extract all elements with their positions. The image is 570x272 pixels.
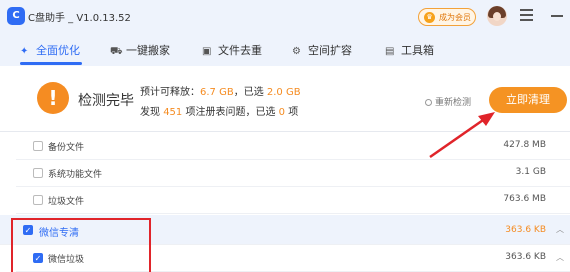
scan-result-panel: ! 检测完毕 预计可释放：6.7 GB，已选 2.0 GB 发现 451 项注册… [0,66,570,132]
annotation-highlight-box [11,218,151,272]
tab-label: 一键搬家 [126,44,170,57]
crown-icon: ♛ [424,12,435,23]
release-summary: 预计可释放：6.7 GB，已选 2.0 GB [140,83,301,98]
item-name: 垃圾文件 [48,197,85,207]
become-member-label: 成为会员 [439,13,471,22]
tab-file-dedup[interactable]: ▣ 文件去重 [202,42,262,62]
list-item[interactable]: 备份文件 427.8 MB [16,133,570,160]
registry-summary: 发现 451 项注册表问题，已选 0 项 [140,103,298,118]
toolbox-icon: ▤ [385,46,395,57]
release-prefix: 预计可释放： [140,87,200,98]
found-prefix: 发现 [140,107,160,118]
item-checkbox[interactable] [33,168,43,178]
minimize-icon[interactable] [551,15,563,17]
expand-space-icon: ⚙ [292,46,301,57]
tab-label: 文件去重 [218,44,262,57]
warning-icon: ! [37,82,69,114]
tab-toolbox[interactable]: ▤ 工具箱 [385,42,434,62]
registry-selected-count: 0 [278,107,286,118]
list-item[interactable]: 垃圾文件 763.6 MB [16,187,570,214]
tab-label: 工具箱 [401,44,434,57]
tab-one-click-move[interactable]: ⛟ 一键搬家 [110,42,170,62]
file-duplicate-icon: ▣ [202,46,212,57]
app-logo-icon: C [7,7,25,25]
status-title: 检测完毕 [78,93,134,109]
app-title: C盘助手 _ V1.0.13.52 [28,13,131,24]
item-size: 3.1 GB [515,167,546,177]
avatar[interactable] [487,6,507,26]
tab-label: 空间扩容 [308,44,352,57]
rescan-label: 重新检测 [435,98,472,108]
tab-label: 全面优化 [36,44,80,57]
rescan-link[interactable]: 重新检测 [425,95,471,108]
group-size: 363.6 KB [505,225,546,235]
refresh-icon [425,99,432,106]
title-bar: C C盘助手 _ V1.0.13.52 ♛ 成为会员 [0,0,570,34]
item-size: 363.6 KB [505,252,546,262]
item-checkbox[interactable] [33,195,43,205]
active-tab-indicator [20,62,82,65]
release-amount: 6.7 GB [200,87,234,98]
clean-now-button[interactable]: 立即清理 [489,87,567,113]
chevron-up-icon[interactable]: ︿ [556,252,564,263]
registry-issue-count: 451 [163,107,183,118]
tab-space-expand[interactable]: ⚙ 空间扩容 [292,42,352,62]
item-checkbox[interactable] [33,141,43,151]
rocket-icon: ✦ [20,46,29,57]
avatar-face [493,12,501,21]
list-item[interactable]: 系统功能文件 3.1 GB [16,160,570,187]
item-name: 系统功能文件 [48,170,103,180]
registry-suffix: 项 [288,107,299,118]
registry-mid-text: 项注册表问题，已选 [185,107,276,118]
chevron-up-icon[interactable]: ︿ [556,224,564,235]
become-member-button[interactable]: ♛ 成为会员 [418,8,476,26]
tab-bar: ✦ 全面优化 ⛟ 一键搬家 ▣ 文件去重 ⚙ 空间扩容 ▤ 工具箱 [0,34,570,66]
menu-icon[interactable] [520,9,534,23]
item-size: 427.8 MB [503,140,546,150]
item-name: 备份文件 [48,143,85,153]
selected-amount: 2.0 GB [266,87,301,98]
tab-full-optimize[interactable]: ✦ 全面优化 [20,42,80,62]
selected-prefix: ，已选 [233,87,264,98]
item-size: 763.6 MB [503,194,546,204]
truck-icon: ⛟ [110,46,123,57]
